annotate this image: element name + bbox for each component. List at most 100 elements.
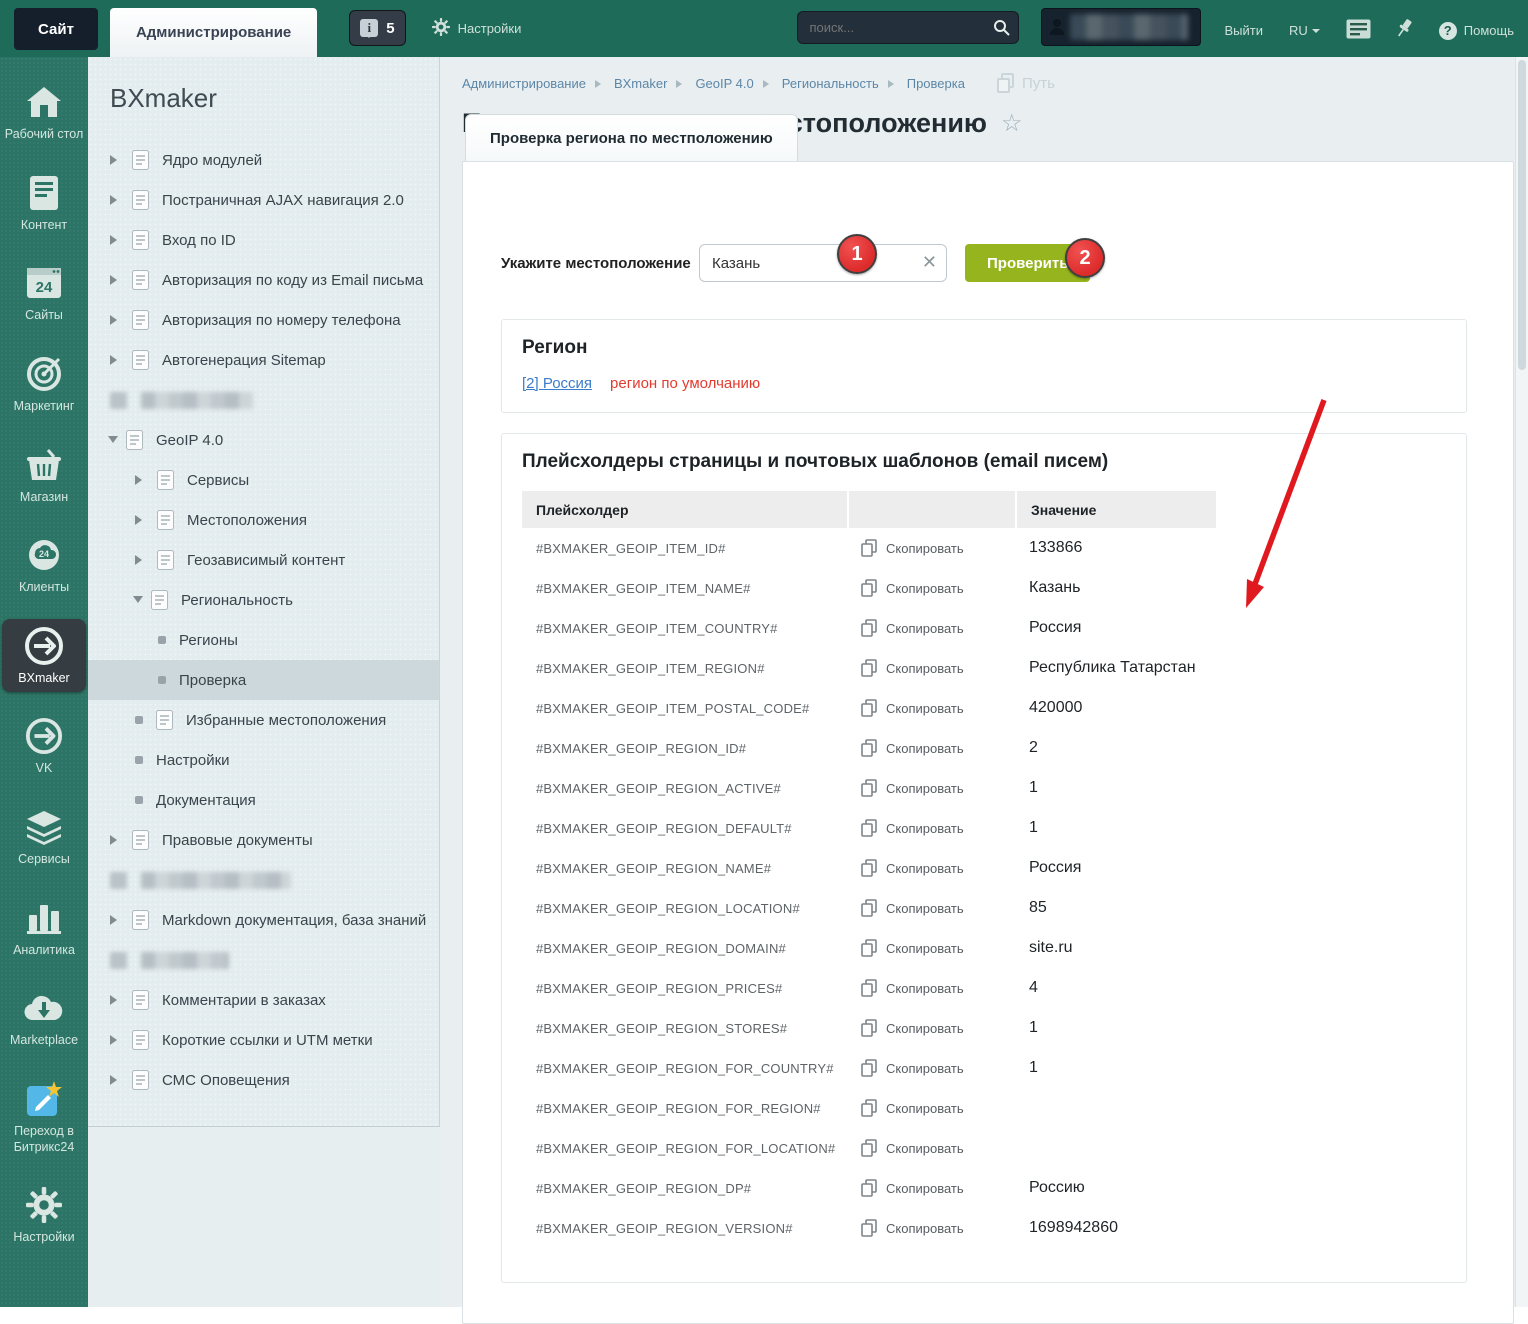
sidebar-item-order-comments[interactable]: Комментарии в заказах	[88, 980, 439, 1020]
breadcrumb-link[interactable]: Проверка	[907, 76, 965, 91]
chevron-right-icon[interactable]	[110, 1035, 122, 1045]
chevron-right-icon[interactable]	[135, 515, 147, 525]
rail-item-shop[interactable]: Магазин	[2, 438, 86, 512]
sidebar-item-sitemap[interactable]: Автогенерация Sitemap	[88, 340, 439, 380]
search-icon[interactable]	[993, 19, 1010, 36]
tab-site[interactable]: Сайт	[14, 8, 98, 50]
rail-item-bxmaker[interactable]: BXmaker	[2, 618, 86, 693]
pin-icon[interactable]	[1397, 18, 1413, 43]
copy-button[interactable]: Скопировать	[847, 1098, 1015, 1118]
chevron-right-icon[interactable]	[110, 915, 122, 925]
sidebar-item-redacted[interactable]	[88, 860, 439, 900]
favorite-star-icon[interactable]: ☆	[1001, 111, 1023, 136]
sidebar-item-regionality[interactable]: Региональность	[88, 580, 439, 620]
chevron-right-icon[interactable]	[110, 235, 122, 245]
sidebar-item-short-links[interactable]: Короткие ссылки и UTM метки	[88, 1020, 439, 1060]
copy-button[interactable]: Скопировать	[847, 738, 1015, 758]
rail-item-bitrix24[interactable]: Переход в Битрикс24	[2, 1072, 86, 1161]
rail-item-settings[interactable]: Настройки	[2, 1178, 86, 1252]
rail-item-marketplace[interactable]: Marketplace	[2, 981, 86, 1055]
sidebar-item-favorite-locations[interactable]: Избранные местоположения	[88, 700, 439, 740]
copy-button[interactable]: Скопировать	[847, 1018, 1015, 1038]
tab-region-check[interactable]: Проверка региона по местположению	[465, 114, 798, 161]
sidebar-item-ajax-nav[interactable]: Постраничная AJAX навигация 2.0	[88, 180, 439, 220]
path-button[interactable]: Путь	[996, 73, 1055, 94]
sidebar-item-documentation[interactable]: Документация	[88, 780, 439, 820]
table-row: #BXMAKER_GEOIP_REGION_STORES# Скопировать…	[522, 1008, 1216, 1048]
chevron-right-icon[interactable]	[110, 835, 122, 845]
copy-button[interactable]: Скопировать	[847, 1138, 1015, 1158]
sidebar-item-markdown-docs[interactable]: Markdown документация, база знаний	[88, 900, 439, 940]
sidebar-item-check[interactable]: Проверка	[88, 660, 439, 700]
chevron-down-icon[interactable]	[108, 436, 118, 448]
chevron-right-icon[interactable]	[110, 1075, 122, 1085]
sidebar-item-sms[interactable]: СМС Оповещения	[88, 1060, 439, 1100]
sidebar-item-geoip[interactable]: GeoIP 4.0	[88, 420, 439, 460]
copy-button[interactable]: Скопировать	[847, 978, 1015, 998]
location-input[interactable]	[699, 244, 947, 282]
copy-button[interactable]: Скопировать	[847, 658, 1015, 678]
sidebar-item-email-auth[interactable]: Авторизация по коду из Email письма	[88, 260, 439, 300]
rail-item-vk[interactable]: VK	[2, 709, 86, 783]
copy-button[interactable]: Скопировать	[847, 538, 1015, 558]
copy-button[interactable]: Скопировать	[847, 858, 1015, 878]
copy-button[interactable]: Скопировать	[847, 1058, 1015, 1078]
topbar-settings-button[interactable]: Настройки	[431, 18, 521, 39]
chevron-right-icon[interactable]	[110, 195, 122, 205]
sidebar-item-regions[interactable]: Регионы	[88, 620, 439, 660]
copy-button[interactable]: Скопировать	[847, 578, 1015, 598]
scrollbar[interactable]	[1515, 57, 1528, 1307]
help-button[interactable]: ? Помощь	[1438, 21, 1514, 40]
rail-item-marketing[interactable]: Маркетинг	[2, 347, 86, 421]
sidebar-item-core[interactable]: Ядро модулей	[88, 140, 439, 180]
rail-item-clients[interactable]: 24 Клиенты	[2, 528, 86, 602]
breadcrumb-link[interactable]: Региональность	[782, 76, 879, 91]
scrollbar-thumb[interactable]	[1518, 60, 1526, 370]
chevron-right-icon[interactable]	[135, 555, 147, 565]
copy-button[interactable]: Скопировать	[847, 1178, 1015, 1198]
sidebar-item-login-by-id[interactable]: Вход по ID	[88, 220, 439, 260]
breadcrumb-link[interactable]: Администрирование	[462, 76, 586, 91]
sidebar-item-label: Автогенерация Sitemap	[162, 351, 326, 369]
user-menu[interactable]	[1040, 8, 1201, 46]
rail-item-desktop[interactable]: Рабочий стол	[2, 75, 86, 149]
breadcrumb-link[interactable]: BXmaker	[614, 76, 667, 91]
rail-item-sites[interactable]: 24 Сайты	[2, 256, 86, 330]
document-icon	[132, 1030, 149, 1050]
sidebar-item-redacted[interactable]	[88, 380, 439, 420]
placeholder-value: 1	[1029, 779, 1038, 796]
logout-link[interactable]: Выйти	[1225, 23, 1264, 38]
clear-input-icon[interactable]: ✕	[922, 253, 937, 271]
chevron-right-icon[interactable]	[110, 315, 122, 325]
notifications-button[interactable]: i 5	[349, 10, 406, 46]
rail-item-analytics[interactable]: Аналитика	[2, 891, 86, 965]
rail-item-content[interactable]: Контент	[2, 166, 86, 240]
chevron-right-icon[interactable]	[110, 275, 122, 285]
tab-admin[interactable]: Администрирование	[109, 8, 318, 57]
copy-button[interactable]: Скопировать	[847, 818, 1015, 838]
region-link[interactable]: [2] Россия	[522, 375, 592, 392]
copy-button[interactable]: Скопировать	[847, 938, 1015, 958]
copy-button[interactable]: Скопировать	[847, 1218, 1015, 1238]
sidebar-item-services[interactable]: Сервисы	[88, 460, 439, 500]
language-selector[interactable]: RU	[1289, 23, 1320, 38]
search-input[interactable]	[796, 11, 1019, 44]
hotkeys-icon[interactable]	[1346, 19, 1371, 42]
copy-button[interactable]: Скопировать	[847, 698, 1015, 718]
chevron-down-icon[interactable]	[133, 596, 143, 608]
rail-item-services[interactable]: Сервисы	[2, 800, 86, 874]
sidebar-item-phone-auth[interactable]: Авторизация по номеру телефона	[88, 300, 439, 340]
copy-button[interactable]: Скопировать	[847, 618, 1015, 638]
chevron-right-icon[interactable]	[110, 155, 122, 165]
breadcrumb-link[interactable]: GeoIP 4.0	[695, 76, 753, 91]
chevron-right-icon[interactable]	[110, 355, 122, 365]
sidebar-item-redacted[interactable]	[88, 940, 439, 980]
sidebar-item-locations[interactable]: Местоположения	[88, 500, 439, 540]
sidebar-item-module-settings[interactable]: Настройки	[88, 740, 439, 780]
copy-button[interactable]: Скопировать	[847, 898, 1015, 918]
sidebar-item-legal-docs[interactable]: Правовые документы	[88, 820, 439, 860]
chevron-right-icon[interactable]	[135, 475, 147, 485]
sidebar-item-geo-content[interactable]: Геозависимый контент	[88, 540, 439, 580]
copy-button[interactable]: Скопировать	[847, 778, 1015, 798]
chevron-right-icon[interactable]	[110, 995, 122, 1005]
